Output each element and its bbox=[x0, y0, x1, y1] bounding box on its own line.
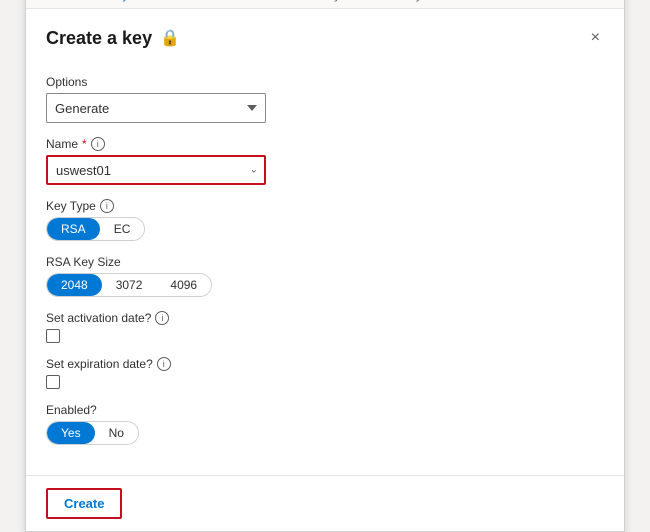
options-group: Options Generate Import bbox=[46, 75, 604, 123]
breadcrumb-home[interactable]: Home bbox=[42, 0, 73, 2]
enabled-group: Enabled? Yes No bbox=[46, 403, 604, 445]
breadcrumb-azure-data-box[interactable]: Select your Azure Data Box bbox=[87, 0, 228, 2]
rsa-key-size-label: RSA Key Size bbox=[46, 255, 604, 269]
enabled-yes-button[interactable]: Yes bbox=[47, 422, 95, 444]
expiration-checkbox[interactable] bbox=[46, 375, 60, 389]
activation-group: Set activation date? i bbox=[46, 311, 604, 343]
options-select[interactable]: Generate Import bbox=[46, 93, 266, 123]
expiration-label: Set expiration date? i bbox=[46, 357, 604, 371]
options-label: Options bbox=[46, 75, 604, 89]
enabled-no-button[interactable]: No bbox=[95, 422, 138, 444]
enabled-label: Enabled? bbox=[46, 403, 604, 417]
breadcrumb-sep-4: > bbox=[454, 0, 461, 2]
name-label: Name * i bbox=[46, 137, 604, 151]
name-input-wrapper: ⌄ bbox=[46, 155, 266, 185]
enabled-toggle: Yes No bbox=[46, 421, 139, 445]
lock-icon: 🔒 bbox=[160, 28, 180, 48]
required-indicator: * bbox=[82, 137, 87, 151]
create-button[interactable]: Create bbox=[46, 488, 122, 519]
modal-footer: Create bbox=[26, 475, 624, 531]
breadcrumb: Home > Select your Azure Data Box > Orde… bbox=[26, 0, 624, 9]
close-button[interactable]: × bbox=[587, 25, 604, 51]
modal-header: Create a key 🔒 × bbox=[26, 9, 624, 59]
rsa-key-size-group: RSA Key Size 2048 3072 4096 bbox=[46, 255, 604, 297]
name-group: Name * i ⌄ bbox=[46, 137, 604, 185]
expiration-group: Set expiration date? i bbox=[46, 357, 604, 389]
activation-checkbox-wrapper bbox=[46, 329, 604, 343]
breadcrumb-sep-3: > bbox=[276, 0, 283, 2]
activation-info-icon[interactable]: i bbox=[155, 311, 169, 325]
rsa-3072-button[interactable]: 3072 bbox=[102, 274, 157, 296]
key-type-toggle: RSA EC bbox=[46, 217, 145, 241]
rsa-2048-button[interactable]: 2048 bbox=[47, 274, 102, 296]
activation-checkbox[interactable] bbox=[46, 329, 60, 343]
modal-container: Home > Select your Azure Data Box > Orde… bbox=[25, 0, 625, 532]
rsa-4096-button[interactable]: 4096 bbox=[156, 274, 211, 296]
expiration-checkbox-wrapper bbox=[46, 375, 604, 389]
name-input[interactable] bbox=[46, 155, 266, 185]
key-type-group: Key Type i RSA EC bbox=[46, 199, 604, 241]
rsa-key-size-toggle: 2048 3072 4096 bbox=[46, 273, 212, 297]
modal-title: Create a key 🔒 bbox=[46, 28, 180, 49]
modal-body: Options Generate Import Name * i ⌄ Key T… bbox=[26, 59, 624, 475]
key-type-ec-button[interactable]: EC bbox=[100, 218, 145, 240]
expiration-info-icon[interactable]: i bbox=[157, 357, 171, 371]
breadcrumb-key-vault: Select key from Azure Key Vault bbox=[287, 0, 450, 2]
key-type-rsa-button[interactable]: RSA bbox=[47, 218, 100, 240]
key-type-label: Key Type i bbox=[46, 199, 604, 213]
title-text: Create a key bbox=[46, 28, 152, 49]
activation-label: Set activation date? i bbox=[46, 311, 604, 325]
breadcrumb-sep-2: > bbox=[232, 0, 239, 2]
breadcrumb-order[interactable]: Order bbox=[243, 0, 272, 2]
key-type-info-icon[interactable]: i bbox=[100, 199, 114, 213]
name-info-icon[interactable]: i bbox=[91, 137, 105, 151]
breadcrumb-sep-1: > bbox=[77, 0, 84, 2]
